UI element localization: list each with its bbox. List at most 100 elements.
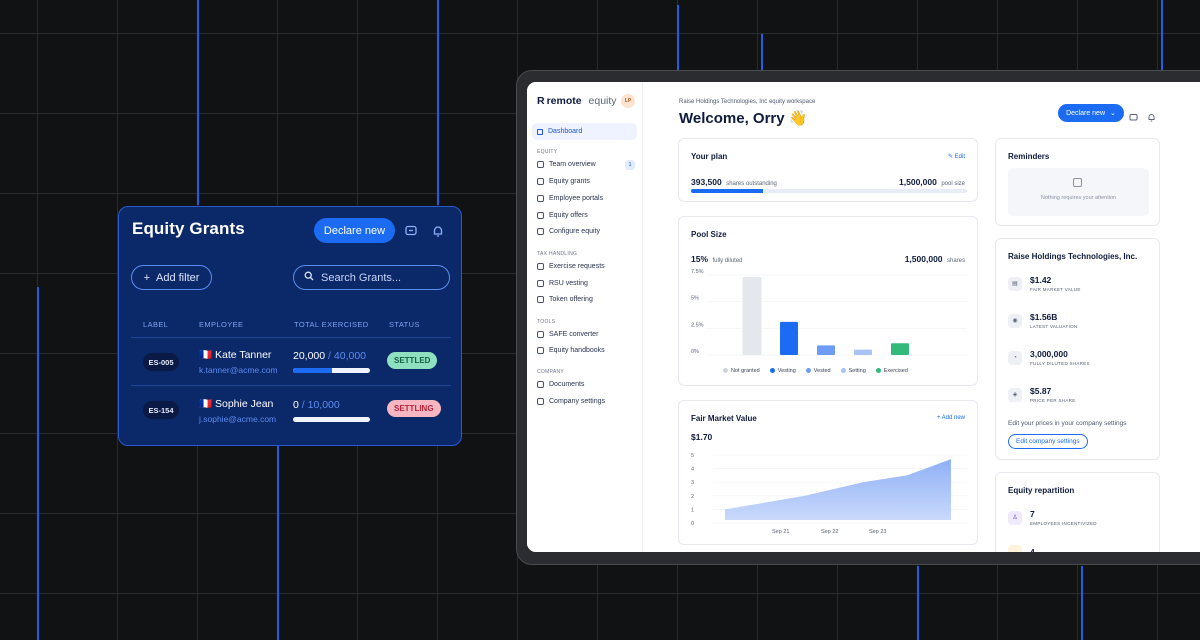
sidebar-item-employee-portals[interactable]: Employee portals [537,195,603,202]
users-icon [537,161,544,168]
pool-size-chart: 0% 2.5% 5% 7.5% [691,269,967,356]
y-tick-label: 2 [691,494,694,500]
card-title: Pool Size [691,230,727,239]
document-icon [537,381,544,388]
edit-company-settings-button[interactable]: Edit company settings [1008,434,1088,449]
declare-new-button[interactable]: Declare new ⌄ [1058,104,1124,122]
bell-icon[interactable] [1147,109,1156,122]
stat-latest-valuation: ◉ $1.56B LATEST VALUATION [1008,312,1077,329]
add-new-link[interactable]: + Add new [937,415,965,421]
chart-legend: Not granted Vesting Vested Setting Exercised [723,368,908,374]
tag-icon: ◈ [1008,387,1022,402]
app-logo[interactable]: R remote equity [537,95,617,107]
search-placeholder: Search Grants... [321,271,402,284]
sidebar-item-team-overview[interactable]: Team overview [537,161,596,168]
reminders-empty-state: Nothing requires your attention [1008,168,1149,216]
bar-exercised [891,343,909,355]
legend-swatch [769,368,775,374]
sidebar-item-exercise-requests[interactable]: Exercise requests [537,263,605,270]
legend-item: Exercised [875,368,908,374]
workspace-name: Raise Holdings Technologies, Inc equity … [679,99,816,105]
plus-icon: + [143,271,150,284]
card-title: Your plan [691,152,728,161]
plan-progress-bar [691,189,967,193]
exercised-progress-bar [293,417,370,422]
settings-icon [537,398,544,405]
card-title: Raise Holdings Technologies, Inc. [1008,252,1138,261]
shares-outstanding: 393,500 shares outstanding [691,177,777,187]
edit-plan-link[interactable]: ✎ Edit [948,153,965,160]
empty-text: Nothing requires your attention [1040,195,1117,201]
progress-fill [293,368,332,373]
exercised-value: 20,000 / 40,000 [293,350,367,362]
declare-new-button[interactable]: Declare new [314,218,395,243]
sidebar-section-tools: TOOLS [537,319,556,325]
pie-icon: ◔ [1008,350,1022,365]
y-tick-label: 0% [691,349,699,355]
grant-label-badge: ES-005 [143,353,179,371]
x-tick-label: Sep 23 [869,529,886,535]
sidebar-item-safe-converter[interactable]: SAFE converter [537,331,598,338]
sidebar-item-token-offering[interactable]: Token offering [537,296,593,303]
employee-email[interactable]: k.tanner@acme.com [199,365,278,375]
token-icon [537,296,544,303]
sidebar-item-equity-offers[interactable]: Equity offers [537,212,588,219]
portal-icon [537,195,544,202]
table-row[interactable]: ES-154 🇫🇷 Sophie Jean j.sophie@acme.com … [131,385,451,433]
your-plan-card: Your plan ✎ Edit 393,500 shares outstand… [678,138,978,202]
gear-icon [537,228,544,235]
bell-icon[interactable] [431,224,445,238]
add-filter-label: Add filter [156,271,200,284]
company-card: Raise Holdings Technologies, Inc. ▤ $1.4… [995,238,1160,460]
sidebar-section-equity: EQUITY [537,149,558,155]
column-header-status: STATUS [389,320,420,329]
employee-email[interactable]: j.sophie@acme.com [199,414,276,424]
sidebar-section-company: COMPANY [537,369,565,375]
table-row[interactable]: ES-005 🇫🇷 Kate Tanner k.tanner@acme.com … [131,337,451,385]
chat-icon[interactable] [404,224,418,238]
sidebar-item-company-settings[interactable]: Company settings [537,398,605,405]
dashboard-icon [537,128,543,135]
sidebar-item-dashboard[interactable]: Dashboard [532,123,637,140]
stat-fully-diluted-shares: ◔ 3,000,000 FULLY DILUTED SHARES [1008,349,1090,366]
accent-line [197,0,199,205]
fmv-chart: 0 1 2 3 4 5 Sep 21 Sep 22 Sep 23 [691,453,967,535]
y-tick-label: 5% [691,296,699,302]
stat-next: 4 [1008,545,1035,552]
bar-setting [854,349,872,355]
legend-swatch [723,368,728,374]
grants-title: Equity Grants [132,219,245,238]
edit-icon: ✎ [947,154,953,160]
y-tick-label: 0 [691,521,694,527]
exercised-value: 0 / 10,000 [293,399,340,411]
legend-item: Setting [840,368,866,374]
accent-line [1081,566,1083,640]
stat-price-per-share: ◈ $5.87 PRICE PER SHARE [1008,386,1076,403]
accent-line [37,287,39,640]
sidebar-item-documents[interactable]: Documents [537,381,584,388]
legend-swatch [805,368,811,374]
y-tick-label: 4 [691,467,694,473]
card-title: Reminders [1008,152,1050,161]
column-header-employee: EMPLOYEE [199,320,244,329]
status-badge: SETTLED [387,352,438,369]
sidebar: R remote equity LP Dashboard EQUITY Team… [527,82,643,552]
chat-icon[interactable] [1129,109,1138,121]
y-tick-label: 2.5% [691,322,704,328]
equity-grants-card: Equity Grants Declare new + Add filter S… [118,206,462,446]
pool-shares: 1,500,000 shares [904,254,965,264]
settings-note: Edit your prices in your company setting… [1008,420,1127,427]
sidebar-item-equity-handbooks[interactable]: Equity handbooks [537,347,605,354]
refresh-icon [537,280,544,287]
y-tick-label: 3 [691,480,694,486]
avatar[interactable]: LP [621,94,635,108]
add-filter-button[interactable]: + Add filter [131,265,212,290]
card-title: Fair Market Value [691,414,757,423]
reminders-card: Reminders Nothing requires your attentio… [995,138,1160,226]
search-grants-input[interactable]: Search Grants... [293,265,450,290]
sidebar-item-configure-equity[interactable]: Configure equity [537,228,600,235]
sidebar-item-rsu-vesting[interactable]: RSU vesting [537,280,588,287]
sidebar-item-equity-grants[interactable]: Equity grants [537,178,590,185]
progress-fill [691,189,764,193]
offer-icon [537,212,544,219]
